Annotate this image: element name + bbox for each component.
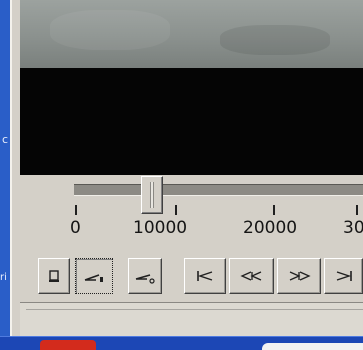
- taskbar-button[interactable]: [40, 340, 96, 350]
- video-preview-pane: [20, 0, 363, 175]
- taskbar-tray: [262, 343, 363, 350]
- stop-icon: [49, 270, 59, 282]
- play-input-button[interactable]: [75, 258, 113, 294]
- timeline-tick-label: 30: [343, 218, 363, 238]
- previous-keyframe-icon: [239, 271, 261, 281]
- next-keyframe-icon: [289, 271, 311, 281]
- previous-keyframe-button[interactable]: [229, 258, 274, 294]
- timeline-tick-label: 0: [70, 218, 81, 238]
- taskbar: [0, 336, 363, 350]
- go-to-end-icon: [336, 271, 352, 281]
- go-to-start-icon: [197, 271, 213, 281]
- play-output-icon: [135, 274, 155, 284]
- next-keyframe-button[interactable]: [277, 258, 321, 294]
- timeline-tick: [75, 205, 77, 215]
- play-output-button[interactable]: [128, 258, 162, 294]
- timeline-slider-thumb[interactable]: [141, 176, 163, 214]
- video-frame-image: [20, 0, 363, 68]
- timeline-tick: [273, 205, 275, 215]
- stop-button[interactable]: [38, 258, 70, 294]
- slider-grip: [150, 182, 154, 208]
- timeline-slider-track[interactable]: [74, 184, 363, 196]
- timeline-tick-label: 20000: [243, 218, 298, 238]
- partial-edge-label: c: [2, 133, 9, 146]
- go-to-start-button[interactable]: [184, 258, 226, 294]
- play-input-icon: [84, 274, 103, 282]
- timeline-tick: [356, 205, 358, 215]
- go-to-end-button[interactable]: [324, 258, 363, 294]
- desktop-background-strip: c ri: [0, 0, 10, 350]
- timeline-tick-label: 10000: [133, 218, 188, 238]
- partial-edge-label-lower: ri: [0, 272, 7, 283]
- status-bar: [20, 302, 363, 336]
- timeline-tick: [175, 205, 177, 215]
